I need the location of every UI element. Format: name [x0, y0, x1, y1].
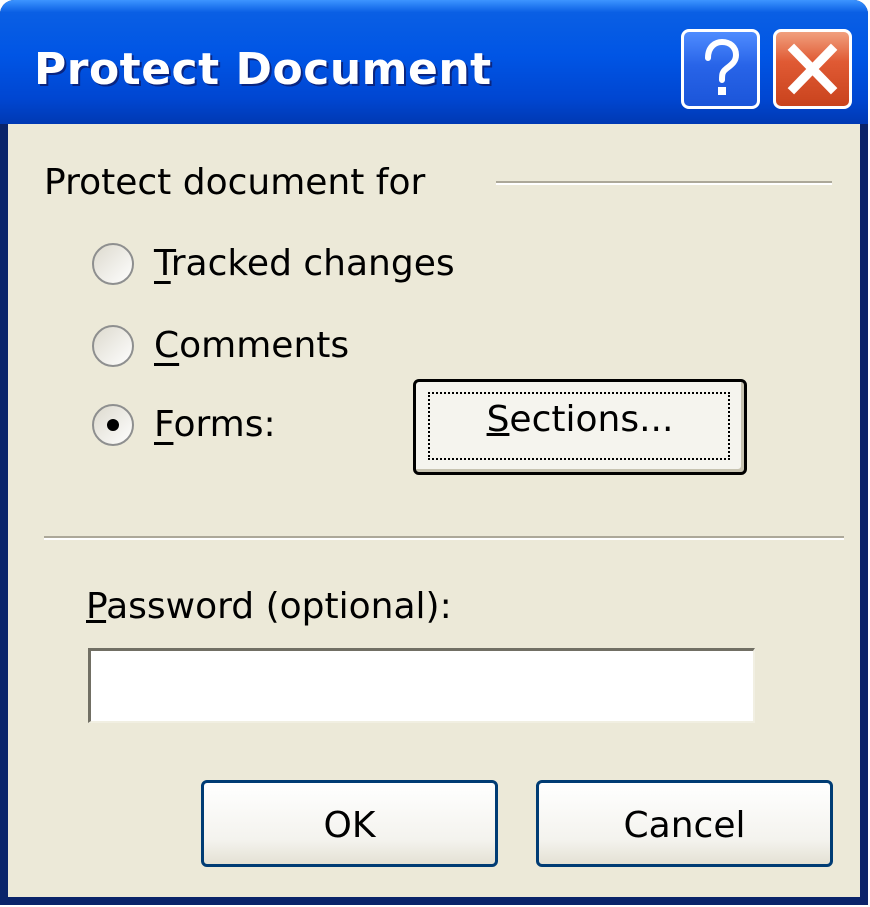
password-input[interactable]: [88, 648, 755, 723]
protect-document-window: Protect Document Protect document for Tr…: [0, 0, 868, 905]
sections-button[interactable]: Sections...: [413, 379, 747, 475]
protect-for-group-label: Protect document for: [44, 162, 426, 203]
password-label: Password (optional):: [86, 586, 452, 627]
ok-button-label: OK: [323, 805, 376, 846]
separator: [44, 536, 844, 540]
sections-button-label: Sections...: [486, 399, 674, 440]
dialog-body: Protect document for Tracked changes Com…: [8, 124, 860, 897]
help-button[interactable]: [681, 29, 760, 109]
radio-unselected-icon[interactable]: [90, 241, 136, 287]
radio-unselected-icon[interactable]: [90, 323, 136, 369]
cancel-button[interactable]: Cancel: [536, 780, 833, 867]
cancel-button-label: Cancel: [623, 805, 746, 846]
window-title: Protect Document: [34, 44, 492, 95]
ok-button[interactable]: OK: [201, 780, 498, 867]
question-mark-icon: [705, 38, 740, 95]
comments-label: Comments: [154, 325, 350, 366]
close-button[interactable]: [773, 29, 852, 109]
title-bar[interactable]: Protect Document: [0, 0, 868, 124]
group-divider: [496, 181, 832, 185]
radio-selected-icon[interactable]: [90, 402, 136, 448]
forms-label: Forms:: [154, 404, 276, 445]
close-icon: [787, 43, 838, 95]
tracked-changes-label: Tracked changes: [154, 243, 455, 284]
